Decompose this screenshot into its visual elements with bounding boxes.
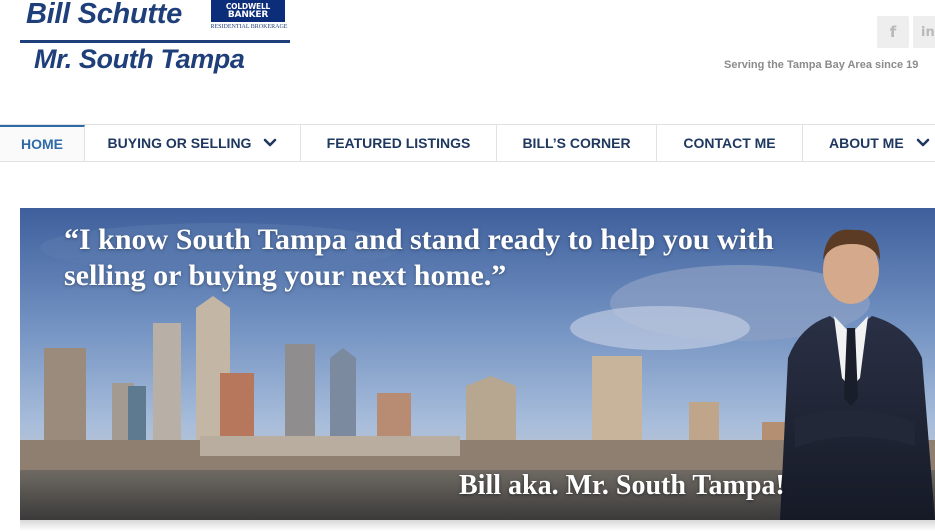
hero-shadow <box>20 520 935 531</box>
nav-label: BILL’S CORNER <box>522 135 631 151</box>
logo-divider <box>20 40 290 43</box>
nav-label: HOME <box>21 136 63 152</box>
nav-label: BUYING OR SELLING <box>107 135 252 151</box>
chevron-down-icon <box>263 138 277 148</box>
nav-label: ABOUT ME <box>829 135 904 151</box>
nav-item-featured-listings[interactable]: FEATURED LISTINGS <box>301 125 497 161</box>
logo-name: Bill Schutte <box>26 0 182 30</box>
nav-item-home[interactable]: HOME <box>0 125 85 161</box>
social-links: f in <box>877 16 935 48</box>
nav-label: CONTACT ME <box>683 135 776 151</box>
hero-caption: Bill aka. Mr. South Tampa! <box>459 470 785 501</box>
linkedin-icon[interactable]: in <box>913 16 935 48</box>
header-tagline: Serving the Tampa Bay Area since 19 <box>724 59 919 71</box>
hero-banner: “I know South Tampa and stand ready to h… <box>20 208 935 520</box>
facebook-icon[interactable]: f <box>877 16 909 48</box>
site-logo[interactable]: Bill Schutte COLDWELL BANKER RESIDENTIAL… <box>20 0 295 80</box>
nav-item-buying-or-selling[interactable]: BUYING OR SELLING <box>85 125 301 161</box>
nav-item-contact-me[interactable]: CONTACT ME <box>657 125 803 161</box>
main-nav: HOME BUYING OR SELLING FEATURED LISTINGS… <box>0 124 935 162</box>
hero-quote: “I know South Tampa and stand ready to h… <box>64 223 774 292</box>
nav-label: FEATURED LISTINGS <box>326 135 471 151</box>
nav-item-bills-corner[interactable]: BILL’S CORNER <box>497 125 657 161</box>
badge-line2: BANKER <box>227 10 269 20</box>
logo-tagline: Mr. South Tampa <box>34 44 245 74</box>
nav-item-about-me[interactable]: ABOUT ME <box>803 125 935 161</box>
badge-sub: RESIDENTIAL BROKERAGE <box>210 24 288 30</box>
coldwell-banker-logo: COLDWELL BANKER <box>211 0 285 22</box>
chevron-down-icon <box>916 138 930 148</box>
